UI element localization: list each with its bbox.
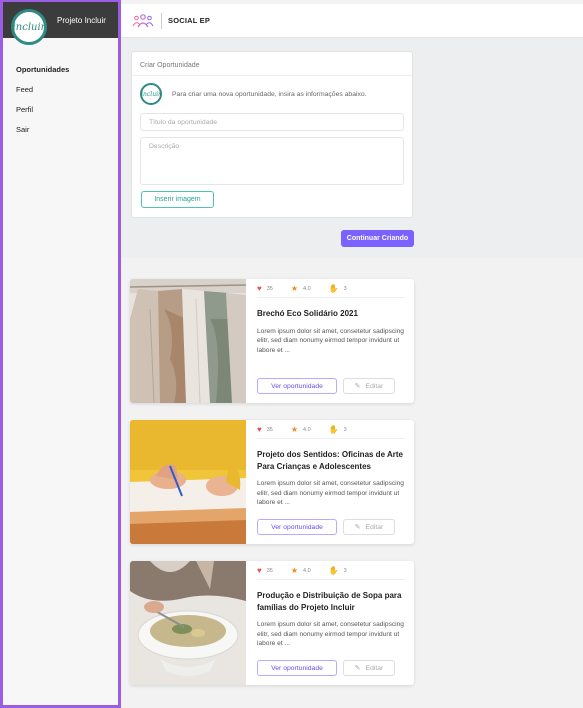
- edit-button[interactable]: ✎ Editar: [343, 378, 395, 394]
- continue-creating-button[interactable]: Continuar Criando: [341, 230, 414, 247]
- sidebar-nav: Oportunidades Feed Perfil Sair: [3, 60, 118, 140]
- star-icon: ★: [290, 425, 299, 434]
- volunteers-count: 3: [343, 567, 347, 574]
- opportunity-description: Lorem ipsum dolor sit amet, consetetur s…: [257, 621, 404, 647]
- opportunity-stats: ♥ 35 ★ 4.0 ✋ 3: [257, 280, 406, 298]
- hand-icon: ✋: [328, 566, 339, 575]
- opportunity-description: Lorem ipsum dolor sit amet, consetetur s…: [257, 480, 404, 506]
- sidebar-brand[interactable]: incluir Projeto Incluir: [3, 2, 118, 45]
- opportunity-title: Produção e Distribuição de Sopa para fam…: [257, 591, 402, 612]
- rating-value: 4.0: [303, 567, 311, 574]
- heart-icon[interactable]: ♥: [257, 284, 262, 293]
- likes-count: 35: [266, 426, 273, 433]
- social-ep-people-icon[interactable]: [131, 12, 155, 30]
- edit-icon: ✎: [354, 524, 361, 531]
- opportunity-title-input[interactable]: Título da oportunidade: [140, 113, 404, 131]
- opportunity-card: ♥ 35 ★ 4.0 ✋ 3 Projeto dos Sentidos: Oficin…: [130, 420, 414, 544]
- likes-count: 35: [266, 285, 273, 292]
- heart-icon[interactable]: ♥: [257, 425, 262, 434]
- edit-button[interactable]: ✎ Editar: [343, 519, 395, 535]
- hand-icon: ✋: [328, 425, 339, 434]
- create-opportunity-card: Criar Oportunidade incluir Para criar um…: [131, 51, 413, 218]
- sidebar: incluir Projeto Incluir Oportunidades Fe…: [0, 0, 121, 708]
- sidebar-item-perfil[interactable]: Perfil: [16, 100, 118, 120]
- opportunity-image-clothes: [130, 279, 246, 403]
- create-card-title: Criar Oportunidade: [132, 52, 412, 76]
- volunteers-count: 3: [343, 426, 347, 433]
- opportunity-card: ♥ 35 ★ 4.0 ✋ 3 Brechó Eco Solidário 2021 Lo…: [130, 279, 414, 403]
- opportunity-card: ♥ 35 ★ 4.0 ✋ 3 Produção e Distribuição de S…: [130, 561, 414, 685]
- edit-label: Editar: [365, 664, 384, 672]
- topbar: SOCIAL EP: [121, 4, 583, 38]
- app-title: SOCIAL EP: [168, 16, 211, 25]
- edit-icon: ✎: [354, 665, 361, 672]
- opportunity-title: Projeto dos Sentidos: Oficinas de Arte P…: [257, 450, 403, 471]
- star-icon: ★: [290, 566, 299, 575]
- rating-value: 4.0: [303, 285, 311, 292]
- opportunity-description-input[interactable]: Descrição: [140, 137, 404, 185]
- view-opportunity-button[interactable]: Ver oportunidade: [257, 660, 337, 676]
- hand-icon: ✋: [328, 284, 339, 293]
- sidebar-item-feed[interactable]: Feed: [16, 80, 118, 100]
- likes-count: 35: [266, 567, 273, 574]
- edit-label: Editar: [365, 523, 384, 531]
- edit-button[interactable]: ✎ Editar: [343, 660, 395, 676]
- view-opportunity-button[interactable]: Ver oportunidade: [257, 378, 337, 394]
- edit-icon: ✎: [354, 383, 361, 390]
- edit-label: Editar: [365, 382, 384, 390]
- organization-avatar: incluir: [140, 83, 162, 105]
- opportunity-image-art-workshop: [130, 420, 246, 544]
- heart-icon[interactable]: ♥: [257, 566, 262, 575]
- sidebar-item-oportunidades[interactable]: Oportunidades: [16, 60, 118, 80]
- create-hint: Para criar uma nova oportunidade, insira…: [172, 90, 367, 98]
- create-opportunity-section: Criar Oportunidade incluir Para criar um…: [121, 38, 583, 258]
- insert-image-button[interactable]: Inserir imagem: [141, 191, 214, 208]
- sidebar-item-sair[interactable]: Sair: [16, 120, 118, 140]
- opportunity-image-soup: [130, 561, 246, 685]
- opportunity-description: Lorem ipsum dolor sit amet, consetetur s…: [257, 327, 404, 354]
- projeto-incluir-logo: incluir: [11, 9, 47, 45]
- opportunity-stats: ♥ 35 ★ 4.0 ✋ 3: [257, 562, 406, 580]
- view-opportunity-button[interactable]: Ver oportunidade: [257, 519, 337, 535]
- opportunity-title: Brechó Eco Solidário 2021: [257, 309, 358, 318]
- star-icon: ★: [290, 284, 299, 293]
- opportunity-stats: ♥ 35 ★ 4.0 ✋ 3: [257, 421, 406, 439]
- topbar-divider: [161, 12, 162, 29]
- brand-name: Projeto Incluir: [57, 15, 106, 25]
- volunteers-count: 3: [343, 285, 347, 292]
- rating-value: 4.0: [303, 426, 311, 433]
